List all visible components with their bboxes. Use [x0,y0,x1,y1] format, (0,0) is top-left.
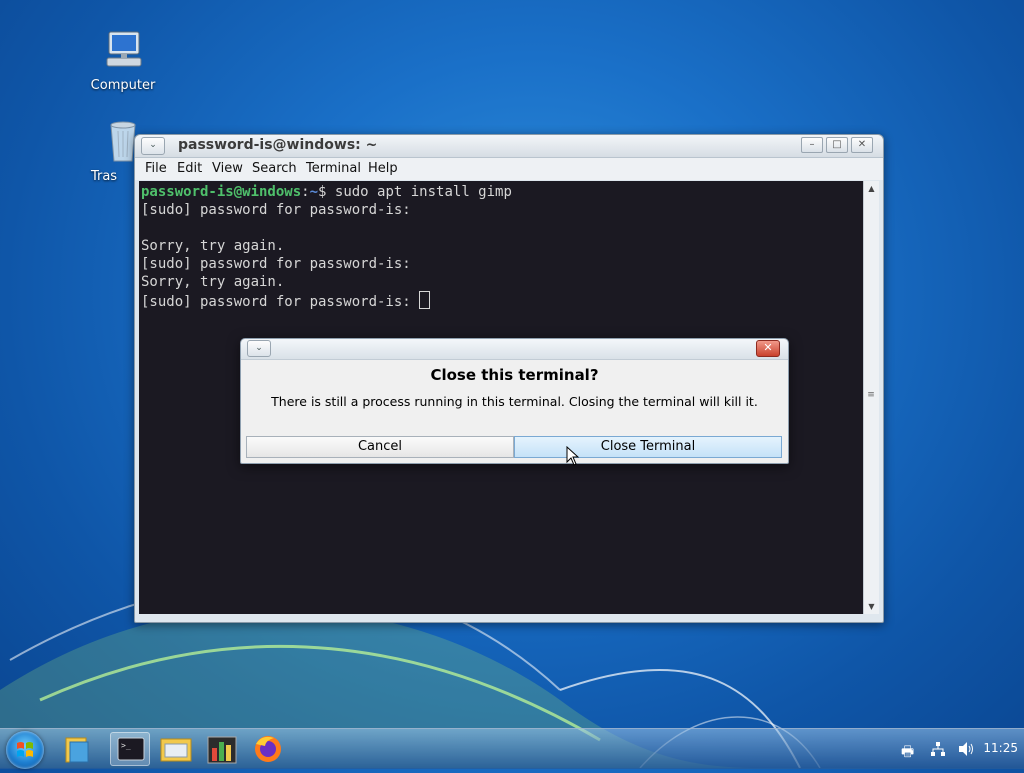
taskbar-firefox[interactable] [248,732,288,766]
terminal-line: [sudo] password for password-is: [141,294,420,310]
terminal-line: Sorry, try again. [141,238,285,254]
printer-icon[interactable]: 🖶 [901,741,914,765]
scroll-grip-icon[interactable]: ≡ [867,391,875,400]
close-terminal-button[interactable]: Close Terminal [514,436,782,458]
minimize-button[interactable]: – [801,137,823,153]
scroll-up-icon[interactable]: ▲ [866,183,877,194]
dialog-message: There is still a process running in this… [271,394,758,409]
cancel-button[interactable]: Cancel [246,436,514,458]
taskbar: >_ 🖶 11:25 [0,728,1024,769]
window-titlebar[interactable]: ⌄ password-is@windows: ~ – □ ✕ [135,135,883,158]
close-button[interactable]: ✕ [851,137,873,153]
start-button[interactable] [6,731,44,769]
terminal-line: Sorry, try again. [141,274,285,290]
menu-file[interactable]: File [145,161,167,176]
folder-icon [65,737,89,763]
menu-terminal[interactable]: Terminal [306,161,361,176]
desktop-icon-label: Tras [90,169,118,184]
chevron-down-icon: ⌄ [255,343,263,353]
dialog-heading: Close this terminal? [430,366,599,384]
maximize-button[interactable]: □ [826,137,848,153]
prompt-user: password-is@windows [141,184,302,200]
svg-text:>_: >_ [121,741,131,750]
menu-help[interactable]: Help [368,161,398,176]
menu-edit[interactable]: Edit [177,161,202,176]
taskbar-terminal[interactable]: >_ [110,732,150,766]
menu-view[interactable]: View [212,161,243,176]
close-terminal-dialog: ⌄ ✕ Close this terminal? There is still … [240,338,789,464]
scroll-down-icon[interactable]: ▼ [866,601,877,612]
taskbar-file-manager[interactable] [58,732,98,766]
taskbar-files[interactable] [156,732,196,766]
computer-icon [99,26,147,74]
terminal-line: [sudo] password for password-is: [141,202,411,218]
taskbar-task-manager[interactable] [202,732,242,766]
desktop-icon-label: Computer [90,78,156,93]
terminal-icon: >_ [117,737,145,761]
minimize-icon: – [809,139,815,150]
chevron-down-icon: ⌄ [149,140,157,150]
dialog-menu-button[interactable]: ⌄ [247,340,271,357]
desktop-icon-computer[interactable]: Computer [83,26,163,93]
window-menu-button[interactable]: ⌄ [141,137,165,155]
vertical-scrollbar[interactable]: ▲ ≡ ▼ [863,181,879,614]
windows-logo-icon [17,742,33,757]
firefox-icon [255,736,281,762]
maximize-icon: □ [832,139,842,150]
network-icon[interactable] [930,741,946,761]
window-title: password-is@windows: ~ [178,137,378,153]
terminal-line: [sudo] password for password-is: [141,256,411,272]
task-manager-icon [207,736,237,764]
prompt-separator: : [301,184,310,200]
prompt-path: ~ [309,184,319,200]
command-text: $ sudo apt install gimp [318,184,512,200]
text-cursor [419,291,431,309]
mouse-pointer-icon [566,446,580,466]
dialog-titlebar[interactable]: ⌄ ✕ [241,339,788,360]
files-icon [160,738,192,762]
close-icon: ✕ [857,139,867,150]
taskbar-clock[interactable]: 11:25 [983,741,1018,755]
menu-search[interactable]: Search [252,161,297,176]
menu-bar: File Edit View Search Terminal Help [135,158,883,180]
dialog-close-button[interactable]: ✕ [756,340,780,357]
volume-icon[interactable] [958,741,976,761]
close-icon: ✕ [763,341,773,354]
